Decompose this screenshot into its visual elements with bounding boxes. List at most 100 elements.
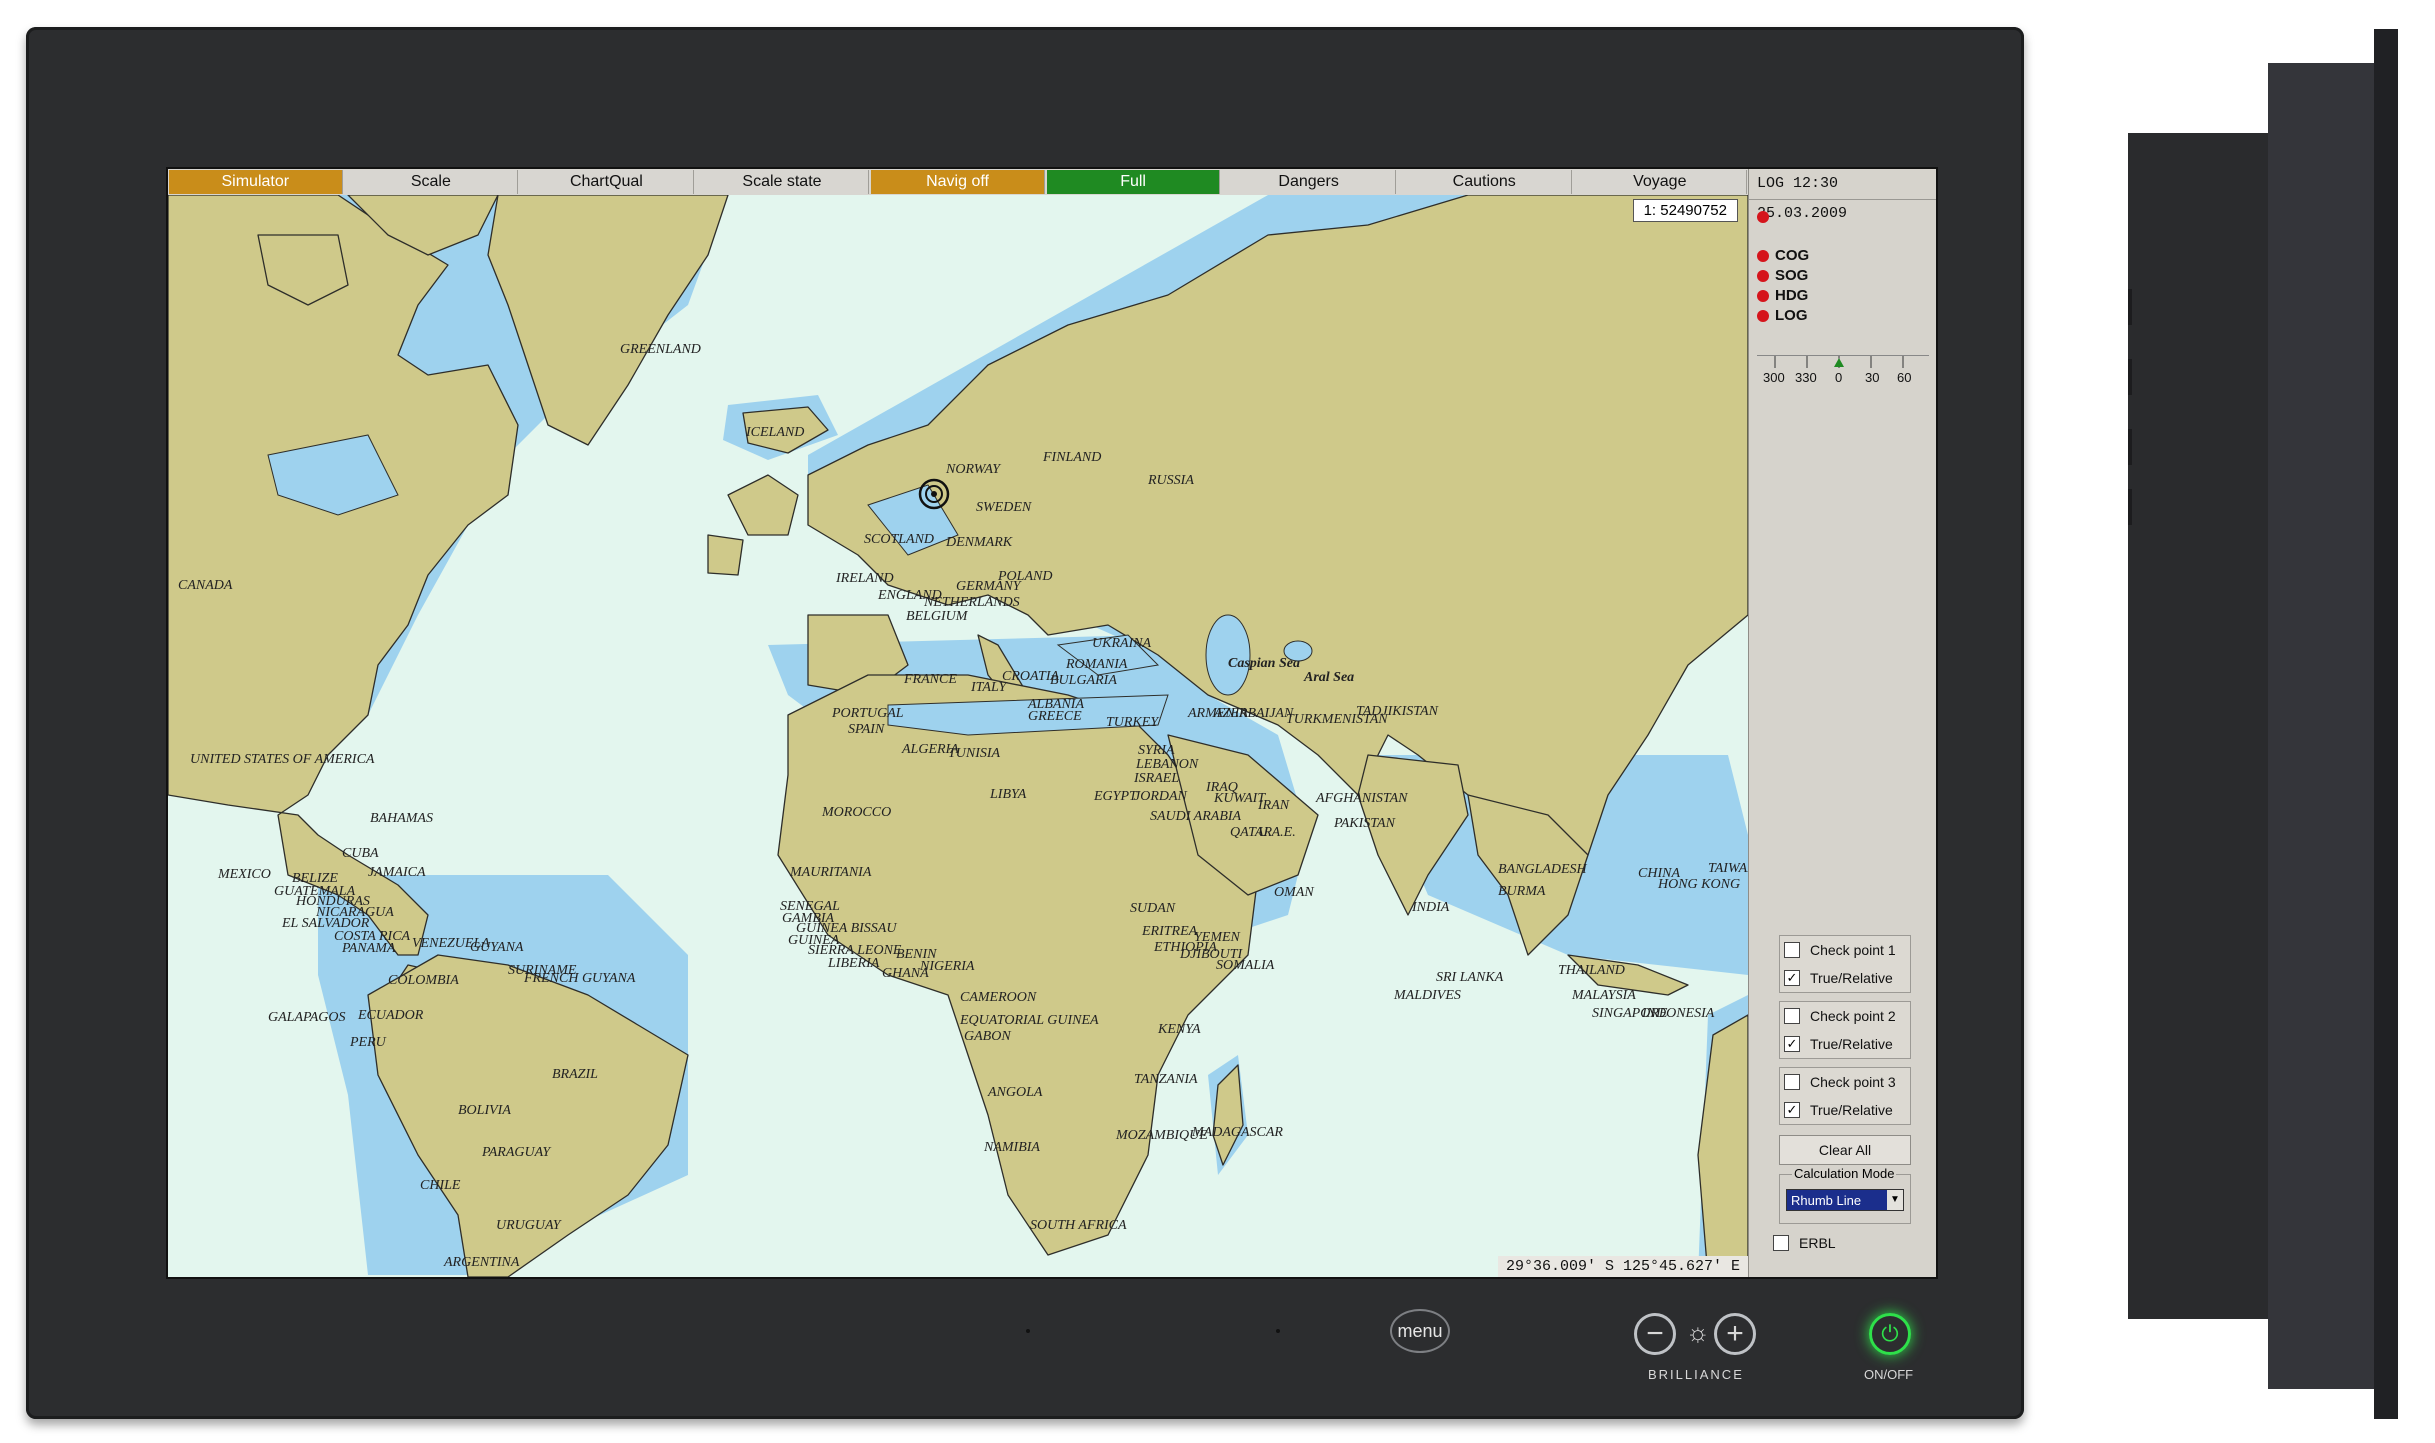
map-label: HONG KONG bbox=[1658, 877, 1741, 892]
checkpoint-1-checkbox[interactable]: Check point 1 bbox=[1780, 936, 1910, 964]
map-label: BAHAMAS bbox=[370, 811, 433, 826]
map-label: IRELAND bbox=[836, 571, 894, 586]
map-label: PANAMA bbox=[342, 941, 396, 956]
voyage-button[interactable]: Voyage bbox=[1574, 170, 1748, 194]
chartqual-button[interactable]: ChartQual bbox=[520, 170, 694, 194]
scale-state-button[interactable]: Scale state bbox=[696, 170, 870, 194]
status-log: LOG bbox=[1749, 306, 1936, 326]
calculation-mode-select[interactable]: Rhumb Line ▼ bbox=[1786, 1189, 1904, 1211]
cautions-button[interactable]: Cautions bbox=[1398, 170, 1572, 194]
map-label: MALDIVES bbox=[1394, 988, 1461, 1003]
full-button[interactable]: Full bbox=[1046, 170, 1221, 194]
map-label: MADAGASCAR bbox=[1192, 1125, 1283, 1140]
map-label: GALAPAGOS bbox=[268, 1010, 346, 1025]
map-label: CHILE bbox=[420, 1178, 461, 1193]
checkpoint-2-checkbox[interactable]: Check point 2 bbox=[1780, 1002, 1910, 1030]
checkbox-label: Check point 2 bbox=[1810, 1008, 1896, 1024]
map-label: MAURITANIA bbox=[790, 865, 872, 880]
checkbox-label: True/Relative bbox=[1810, 1036, 1893, 1052]
checkpoint-3-checkbox[interactable]: Check point 3 bbox=[1780, 1068, 1910, 1096]
red-dot-icon bbox=[1757, 270, 1769, 283]
status-label: HDG bbox=[1775, 287, 1809, 304]
map-label: THAILAND bbox=[1558, 963, 1625, 978]
map-label: JAMAICA bbox=[368, 865, 426, 880]
map-label: GREENLAND bbox=[620, 342, 701, 357]
map-label: SRI LANKA bbox=[1436, 970, 1504, 985]
map-label: GUYANA bbox=[470, 940, 524, 955]
map-label: AFGHANISTAN bbox=[1316, 791, 1408, 806]
map-label: SUDAN bbox=[1130, 901, 1176, 916]
map-label: TAIWAN bbox=[1708, 861, 1748, 876]
map-label: UKRAINA bbox=[1092, 636, 1152, 651]
map-label: TUNISIA bbox=[948, 746, 1001, 761]
checkpoint-3-group: Check point 3 ✓ True/Relative bbox=[1779, 1067, 1911, 1125]
map-label: CANADA bbox=[178, 578, 233, 593]
log-time-readout: LOG 12:30 25.03.2009 bbox=[1749, 169, 1936, 222]
clear-all-button[interactable]: Clear All bbox=[1779, 1135, 1911, 1165]
map-label: FRANCE bbox=[904, 672, 957, 687]
monitor-side-view bbox=[2122, 29, 2398, 1419]
right-panel: LOG 12:30 25.03.2009 COG SOG HDG LOG 300… bbox=[1748, 169, 1936, 1277]
compass-tick: 330 bbox=[1795, 370, 1817, 385]
top-toolbar: Simulator Scale ChartQual Scale state Na… bbox=[168, 169, 1748, 196]
compass-tick: 300 bbox=[1763, 370, 1785, 385]
checkbox-label: Check point 3 bbox=[1810, 1074, 1896, 1090]
ecdis-screen: Simulator Scale ChartQual Scale state Na… bbox=[166, 167, 1938, 1279]
map-label: CUBA bbox=[342, 846, 379, 861]
navig-off-button[interactable]: Navig off bbox=[871, 170, 1045, 194]
chart-display[interactable]: GREENLAND ICELAND CANADA UNITED STATES O… bbox=[168, 195, 1748, 1277]
scale-readout[interactable]: 1: 52490752 bbox=[1632, 199, 1738, 222]
map-label: FINLAND bbox=[1043, 450, 1102, 465]
status-hdg: HDG bbox=[1749, 286, 1936, 306]
map-label: FRENCH GUYANA bbox=[524, 971, 636, 986]
map-label: SOUTH AFRICA bbox=[1030, 1218, 1127, 1233]
map-label: PORTUGAL bbox=[832, 706, 904, 721]
status-label: SOG bbox=[1775, 267, 1809, 284]
checkmark-icon: ✓ bbox=[1784, 970, 1800, 986]
checkpoint-3-true-relative[interactable]: ✓ True/Relative bbox=[1780, 1096, 1910, 1124]
map-label: EGYPT bbox=[1094, 789, 1137, 804]
checkbox-label: True/Relative bbox=[1810, 1102, 1893, 1118]
checkpoint-1-true-relative[interactable]: ✓ True/Relative bbox=[1780, 964, 1910, 992]
map-label: GREECE bbox=[1028, 709, 1082, 724]
map-label: PAKISTAN bbox=[1334, 816, 1395, 831]
power-button[interactable]: ⏻ bbox=[1869, 1313, 1911, 1355]
map-label: BURMA bbox=[1498, 884, 1546, 899]
erbl-checkbox[interactable]: ERBL bbox=[1769, 1229, 1836, 1257]
map-label: ANGOLA bbox=[988, 1085, 1043, 1100]
sun-icon: ☼ bbox=[1686, 1317, 1710, 1347]
map-label: ICELAND bbox=[746, 425, 805, 440]
map-label: POLAND bbox=[998, 569, 1053, 584]
checkbox-icon bbox=[1773, 1235, 1789, 1251]
map-label: SAUDI ARABIA bbox=[1150, 809, 1242, 824]
chevron-down-icon[interactable]: ▼ bbox=[1887, 1190, 1903, 1210]
status-cog: COG bbox=[1749, 246, 1936, 266]
map-label: COLOMBIA bbox=[388, 973, 459, 988]
brightness-down-button[interactable]: − bbox=[1634, 1313, 1676, 1355]
map-label: TADJIKISTAN bbox=[1356, 704, 1438, 719]
menu-button[interactable]: menu bbox=[1390, 1309, 1450, 1353]
map-label: ARGENTINA bbox=[444, 1255, 520, 1270]
map-label: ECUADOR bbox=[358, 1008, 424, 1023]
checkbox-icon bbox=[1784, 1074, 1800, 1090]
simulator-button[interactable]: Simulator bbox=[169, 170, 343, 194]
map-label: IRAN bbox=[1258, 798, 1290, 813]
brightness-up-button[interactable]: + bbox=[1714, 1313, 1756, 1355]
power-label: ON/OFF bbox=[1864, 1367, 1914, 1382]
map-label: Caspian Sea bbox=[1228, 656, 1300, 671]
map-label: TURKEY bbox=[1106, 715, 1159, 730]
map-label: MOROCCO bbox=[822, 805, 892, 820]
dangers-button[interactable]: Dangers bbox=[1222, 170, 1396, 194]
scale-button[interactable]: Scale bbox=[345, 170, 519, 194]
plus-icon: + bbox=[1726, 1317, 1744, 1350]
status-sog: SOG bbox=[1749, 266, 1936, 286]
heading-compass-scale: 300 330 0 30 60 bbox=[1757, 355, 1929, 392]
map-label: ITALY bbox=[971, 680, 1007, 695]
map-label: OMAN bbox=[1274, 885, 1314, 900]
select-value: Rhumb Line bbox=[1791, 1193, 1862, 1208]
map-label: ISRAEL bbox=[1134, 771, 1180, 786]
checkpoint-2-true-relative[interactable]: ✓ True/Relative bbox=[1780, 1030, 1910, 1058]
map-label: RUSSIA bbox=[1148, 473, 1194, 488]
red-dot-icon bbox=[1757, 310, 1769, 323]
map-label: MEXICO bbox=[218, 867, 271, 882]
